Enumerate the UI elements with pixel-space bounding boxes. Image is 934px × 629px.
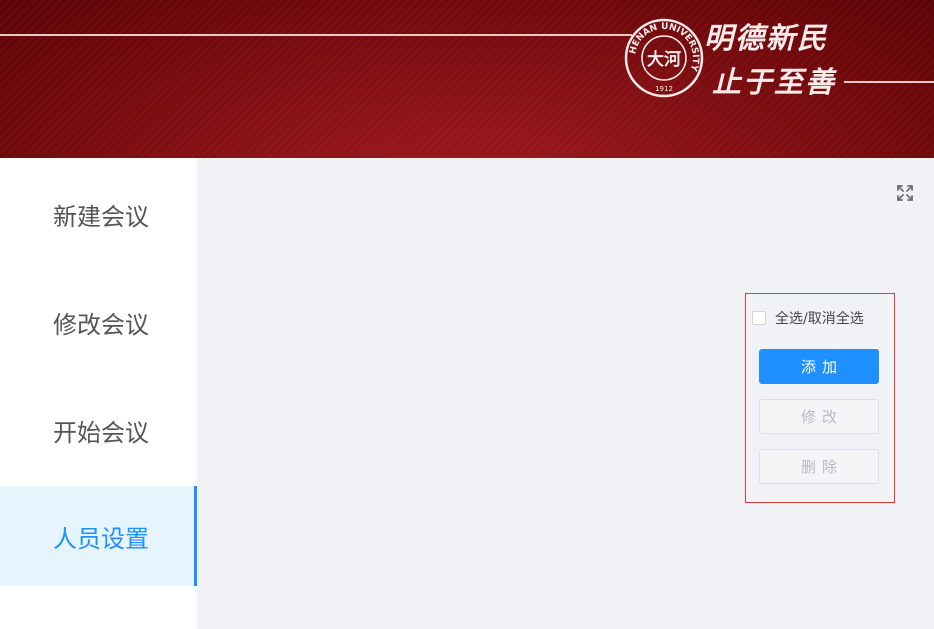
header-divider-right bbox=[844, 81, 934, 83]
add-button[interactable]: 添加 bbox=[759, 349, 879, 384]
select-all-label: 全选/取消全选 bbox=[775, 311, 864, 327]
sidebar-item-new-meeting[interactable]: 新建会议 bbox=[0, 164, 197, 264]
sidebar: 新建会议 修改会议 开始会议 人员设置 bbox=[0, 158, 197, 629]
sidebar-item-personnel-settings[interactable]: 人员设置 bbox=[0, 486, 197, 586]
sidebar-item-label: 人员设置 bbox=[53, 524, 149, 553]
personnel-action-panel: 全选/取消全选 添加 修改 删除 bbox=[745, 293, 895, 503]
sidebar-item-label: 开始会议 bbox=[53, 418, 149, 447]
sidebar-item-start-meeting[interactable]: 开始会议 bbox=[0, 380, 197, 480]
sidebar-item-label: 新建会议 bbox=[53, 202, 149, 231]
sidebar-item-edit-meeting[interactable]: 修改会议 bbox=[0, 272, 197, 372]
edit-button[interactable]: 修改 bbox=[759, 399, 879, 434]
select-all-toggle[interactable]: 全选/取消全选 bbox=[752, 308, 864, 328]
seal-year: 1912 bbox=[655, 85, 673, 93]
sidebar-item-label: 修改会议 bbox=[53, 310, 149, 339]
select-all-checkbox[interactable] bbox=[752, 311, 766, 325]
fullscreen-icon[interactable] bbox=[895, 183, 915, 203]
motto-line-1: 明德新民 bbox=[704, 21, 829, 55]
header-banner: HENAN UNIVERSITY 大河 1912 明德新民 止于至善 bbox=[0, 0, 934, 158]
motto-line-2: 止于至善 bbox=[712, 65, 837, 99]
header-divider-left bbox=[0, 34, 632, 36]
seal-center-text: 大河 bbox=[647, 49, 681, 70]
delete-button[interactable]: 删除 bbox=[759, 449, 879, 484]
university-seal-logo: HENAN UNIVERSITY 大河 1912 bbox=[624, 18, 704, 98]
university-motto: 明德新民 止于至善 bbox=[704, 16, 844, 104]
